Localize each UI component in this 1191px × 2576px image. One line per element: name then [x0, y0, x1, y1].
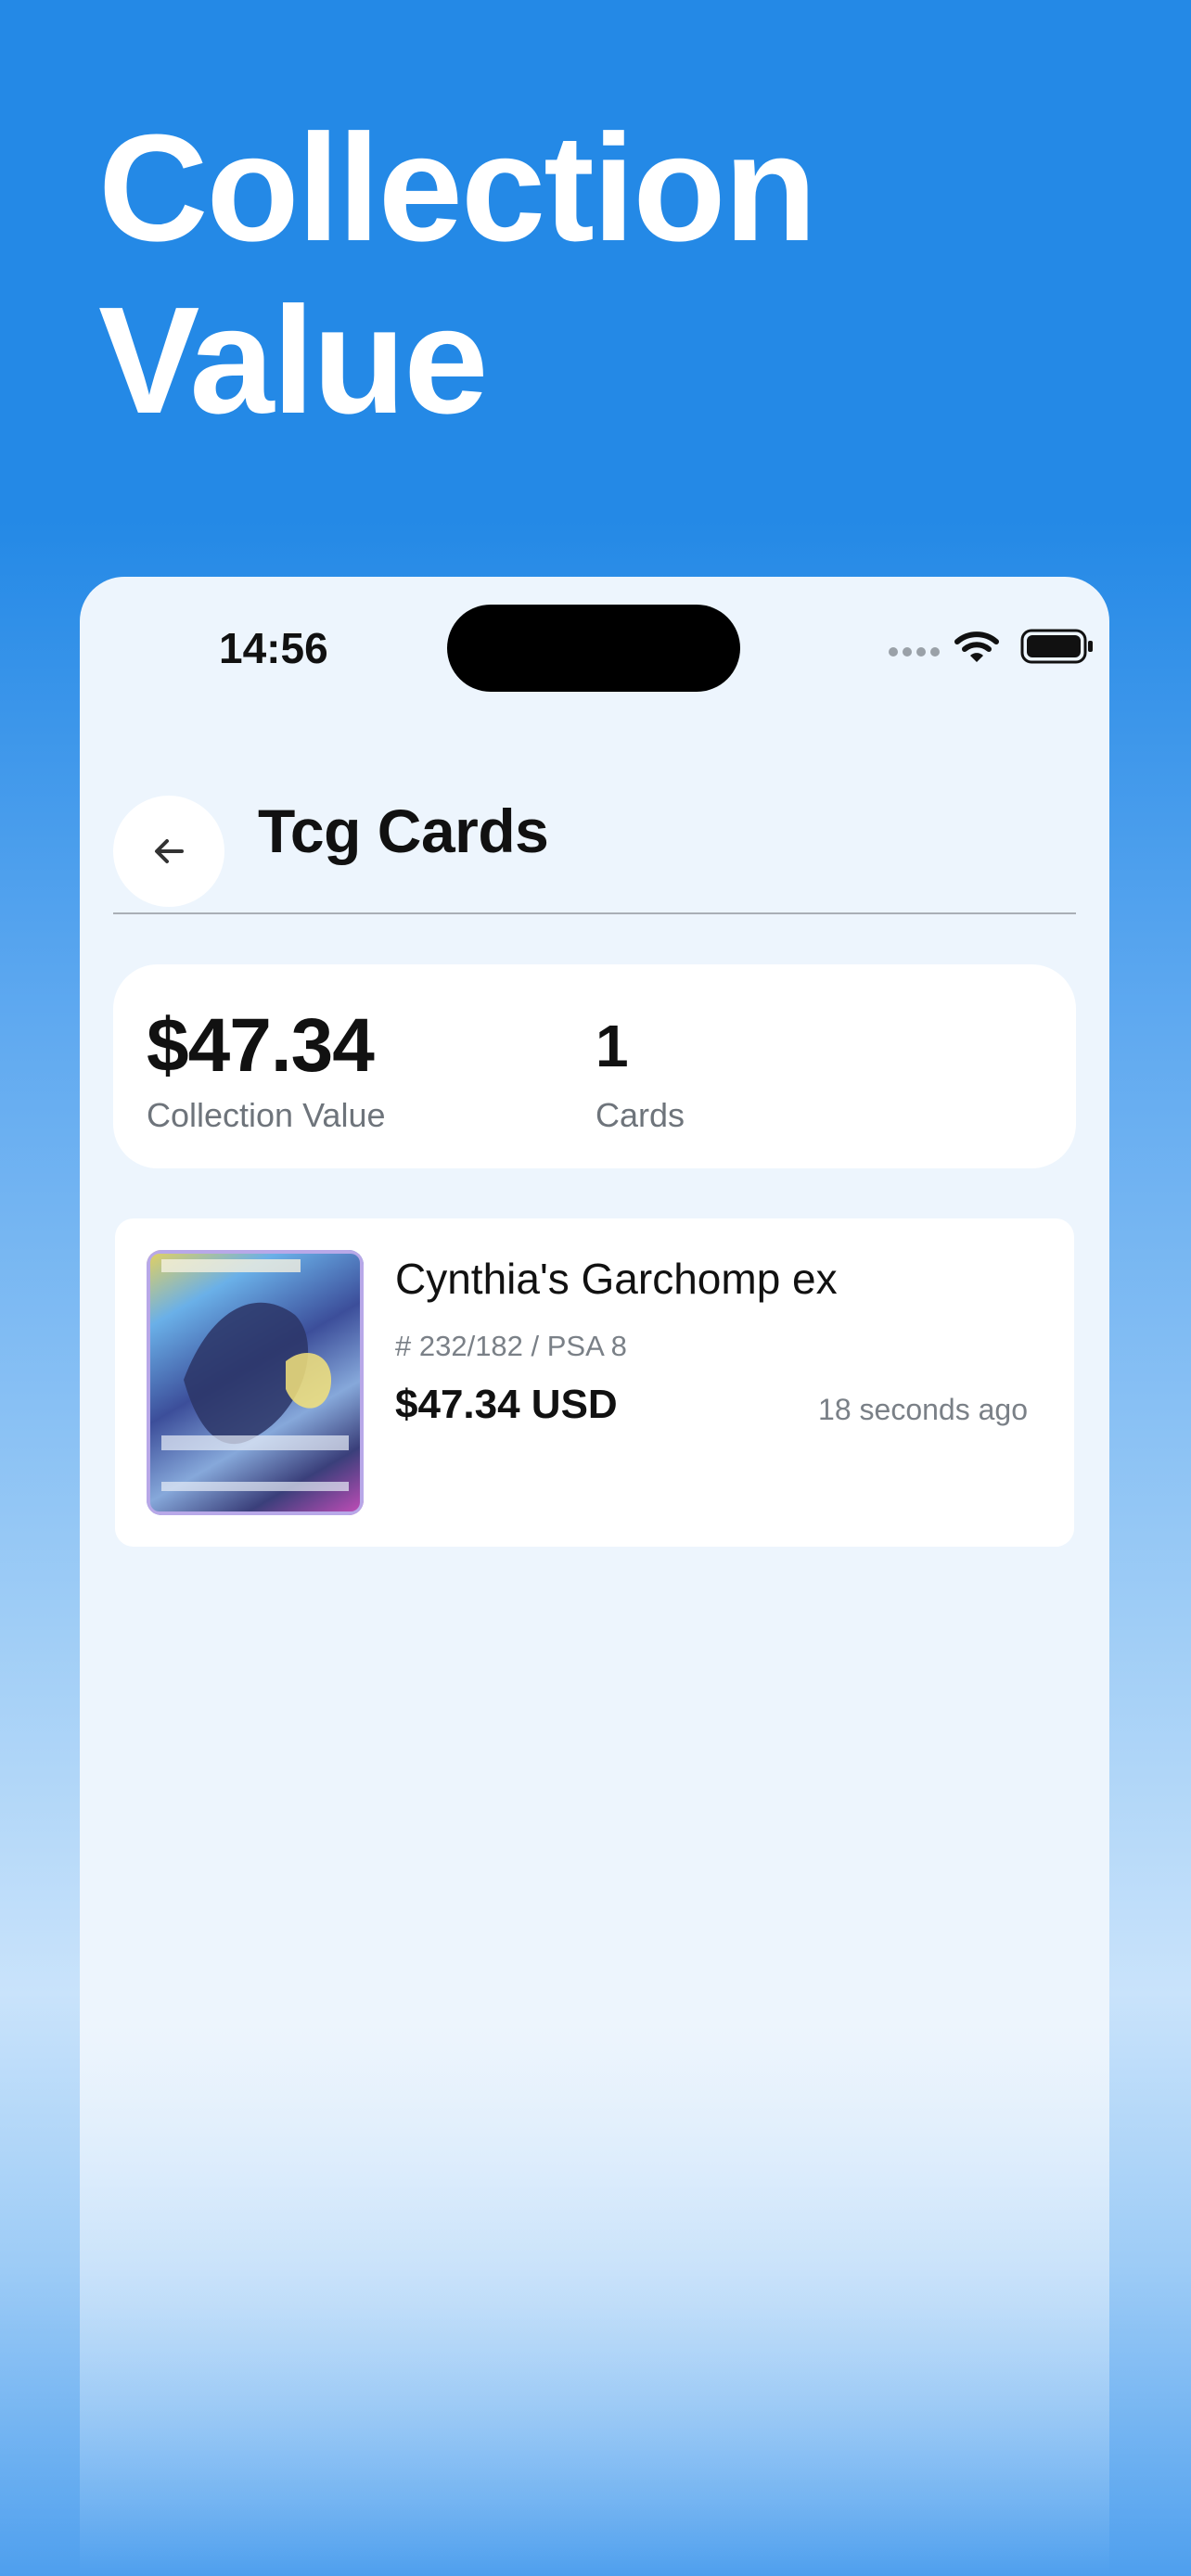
collection-value: $47.34 [147, 1003, 375, 1088]
page-header: Tcg Cards [113, 777, 1076, 912]
back-button[interactable] [113, 796, 224, 907]
page-title: Tcg Cards [258, 797, 549, 865]
card-count: 1 [596, 1013, 629, 1079]
battery-icon [1020, 629, 1093, 664]
hero-title-line-1: Collection [98, 103, 817, 273]
collection-summary-card: $47.34 Collection Value 1 Cards [113, 964, 1076, 1168]
wifi-icon [954, 631, 999, 662]
dynamic-island [447, 605, 740, 692]
card-name: Cynthia's Garchomp ex [395, 1255, 838, 1303]
status-time: 14:56 [219, 624, 328, 672]
header-divider [113, 912, 1076, 914]
card-image [147, 1250, 364, 1515]
card-count-label: Cards [596, 1096, 685, 1134]
list-item[interactable]: Cynthia's Garchomp ex # 232/182 / PSA 8 … [115, 1218, 1074, 1547]
phone-screen: 14:56 Tcg Cards $47.34 Collection Value [80, 577, 1109, 2576]
collection-value-label: Collection Value [147, 1096, 386, 1134]
cellular-signal-icon [889, 647, 940, 657]
card-meta: # 232/182 / PSA 8 [395, 1330, 627, 1362]
back-arrow-icon [155, 839, 184, 863]
hero-title: Collection Value [98, 102, 1119, 447]
collection-value-stat: $47.34 Collection Value [147, 1000, 385, 1135]
card-count-stat: 1 Cards [596, 1000, 685, 1135]
hero-title-line-2: Value [98, 275, 489, 445]
card-updated-time: 18 seconds ago [818, 1393, 1028, 1426]
card-price: $47.34 USD [395, 1382, 618, 1427]
status-icons [809, 627, 1096, 673]
